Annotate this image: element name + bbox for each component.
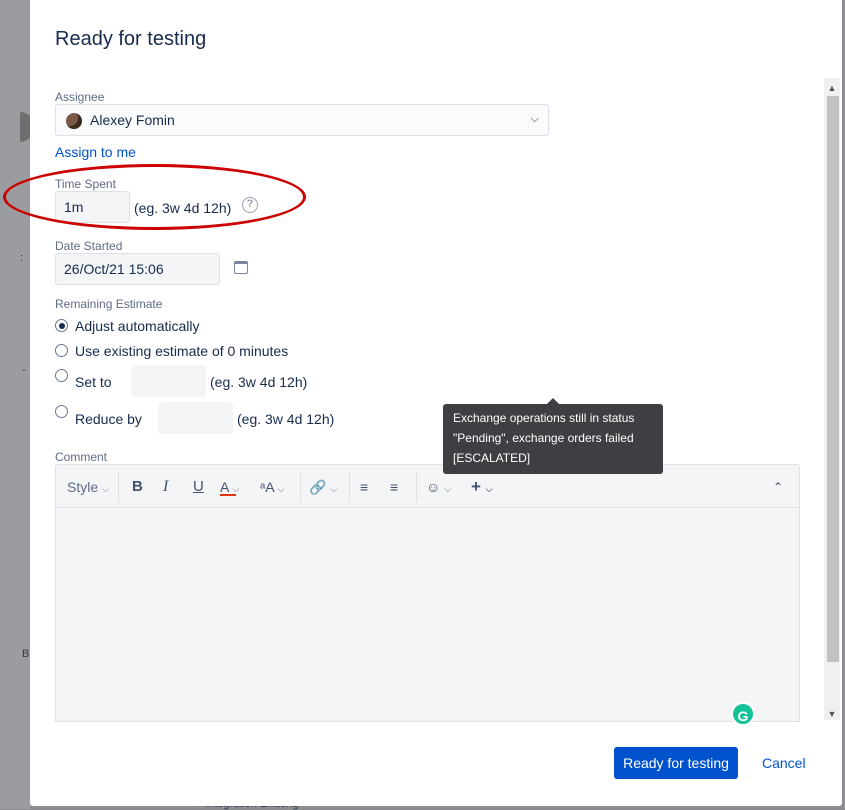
set-to-input[interactable] <box>131 365 206 397</box>
tooltip-line: Exchange operations still in status <box>453 411 635 425</box>
date-started-label: Date Started <box>55 239 123 253</box>
chevron-down-icon: ⌵ <box>102 484 109 494</box>
scrollbar[interactable]: ▲ ▼ <box>824 78 840 720</box>
toolbar-divider <box>416 472 417 502</box>
numbered-list-button[interactable]: ≡ <box>390 477 398 497</box>
bullet-list-button[interactable]: ≡ <box>360 477 368 497</box>
style-label: Style <box>67 479 99 495</box>
chevron-up-icon: ⌃ <box>773 480 784 494</box>
chevron-down-icon: ⌵ <box>485 484 493 494</box>
tooltip: Exchange operations still in status "Pen… <box>443 398 663 474</box>
background-mark: - <box>22 364 26 376</box>
bold-button[interactable]: B <box>132 477 143 497</box>
remaining-estimate-label: Remaining Estimate <box>55 297 163 311</box>
plus-icon: + <box>471 477 481 496</box>
chevron-down-icon: ⌵ <box>277 484 285 494</box>
collapse-toolbar-button[interactable]: ⌃ <box>773 477 783 497</box>
assignee-label: Assignee <box>55 90 105 104</box>
radio-label: Set to <box>75 374 112 390</box>
text-color-indicator <box>220 494 236 496</box>
toolbar-divider <box>349 472 350 502</box>
emoji-icon: ☺ <box>426 479 441 495</box>
radio-adjust-automatically[interactable] <box>55 319 68 332</box>
bullet-list-icon: ≡ <box>360 479 369 495</box>
toolbar-divider <box>118 472 119 502</box>
red-annotation-ellipse <box>3 164 306 230</box>
scroll-down-icon[interactable]: ▼ <box>824 706 840 722</box>
editor-toolbar: Style ⌵ B I U A ⌵ ᵃA ⌵ 🔗 ⌵ ≡ ≡ ☺ ⌵ + ⌵ ⌃ <box>56 465 799 508</box>
background-mark: B <box>22 648 30 660</box>
comment-label: Comment <box>55 450 108 464</box>
more-formatting-icon: ᵃA <box>260 479 274 495</box>
emoji-button[interactable]: ☺ ⌵ <box>426 477 451 497</box>
text-color-icon: A <box>220 479 229 495</box>
radio-label: Reduce by <box>75 411 142 427</box>
tooltip-line: "Pending", exchange orders failed <box>453 431 634 445</box>
tooltip-line: [ESCALATED] <box>453 451 531 465</box>
set-to-hint: (eg. 3w 4d 12h) <box>210 374 308 390</box>
chevron-down-icon: ⌵ <box>330 484 338 494</box>
assign-to-me-link[interactable]: Assign to me <box>55 144 136 160</box>
link-button[interactable]: 🔗 ⌵ <box>309 477 337 497</box>
numbered-list-icon: ≡ <box>390 479 399 495</box>
more-formatting-button[interactable]: ᵃA ⌵ <box>260 477 285 497</box>
italic-button[interactable]: I <box>163 477 168 497</box>
date-started-input[interactable] <box>55 253 220 285</box>
dialog-title: Ready for testing <box>55 28 207 50</box>
assignee-select[interactable]: Alexey Fomin ⌵ <box>55 104 549 136</box>
link-icon: 🔗 <box>309 479 327 495</box>
radio-label: Adjust automatically <box>75 318 200 334</box>
radio-set-to[interactable] <box>55 369 68 382</box>
chevron-down-icon: ⌵ <box>444 484 452 494</box>
scroll-up-icon[interactable]: ▲ <box>824 80 840 96</box>
style-dropdown[interactable]: Style ⌵ <box>67 477 109 497</box>
reduce-by-input[interactable] <box>158 402 233 434</box>
radio-use-existing[interactable] <box>55 344 68 357</box>
grammarly-icon[interactable]: G <box>731 702 755 726</box>
transition-dialog: Ready for testing ▲ ▼ Assignee Alexey Fo… <box>30 0 842 806</box>
underline-button[interactable]: U <box>193 477 204 497</box>
insert-button[interactable]: + ⌵ <box>471 477 493 497</box>
chevron-down-icon: ⌵ <box>232 484 240 494</box>
cancel-link[interactable]: Cancel <box>762 755 806 771</box>
calendar-icon[interactable] <box>234 261 248 274</box>
toolbar-divider <box>300 472 301 502</box>
reduce-by-hint: (eg. 3w 4d 12h) <box>237 411 335 427</box>
scrollbar-thumb[interactable] <box>827 96 839 662</box>
radio-reduce-by[interactable] <box>55 405 68 418</box>
chevron-down-icon: ⌵ <box>530 113 539 125</box>
radio-label: Use existing estimate of 0 minutes <box>75 343 289 359</box>
ready-for-testing-button[interactable]: Ready for testing <box>614 747 738 779</box>
background-mark: : <box>20 252 24 264</box>
avatar <box>66 113 82 129</box>
comment-editor[interactable]: Style ⌵ B I U A ⌵ ᵃA ⌵ 🔗 ⌵ ≡ ≡ ☺ ⌵ + ⌵ ⌃ <box>55 464 800 722</box>
assignee-value: Alexey Fomin <box>90 112 175 128</box>
